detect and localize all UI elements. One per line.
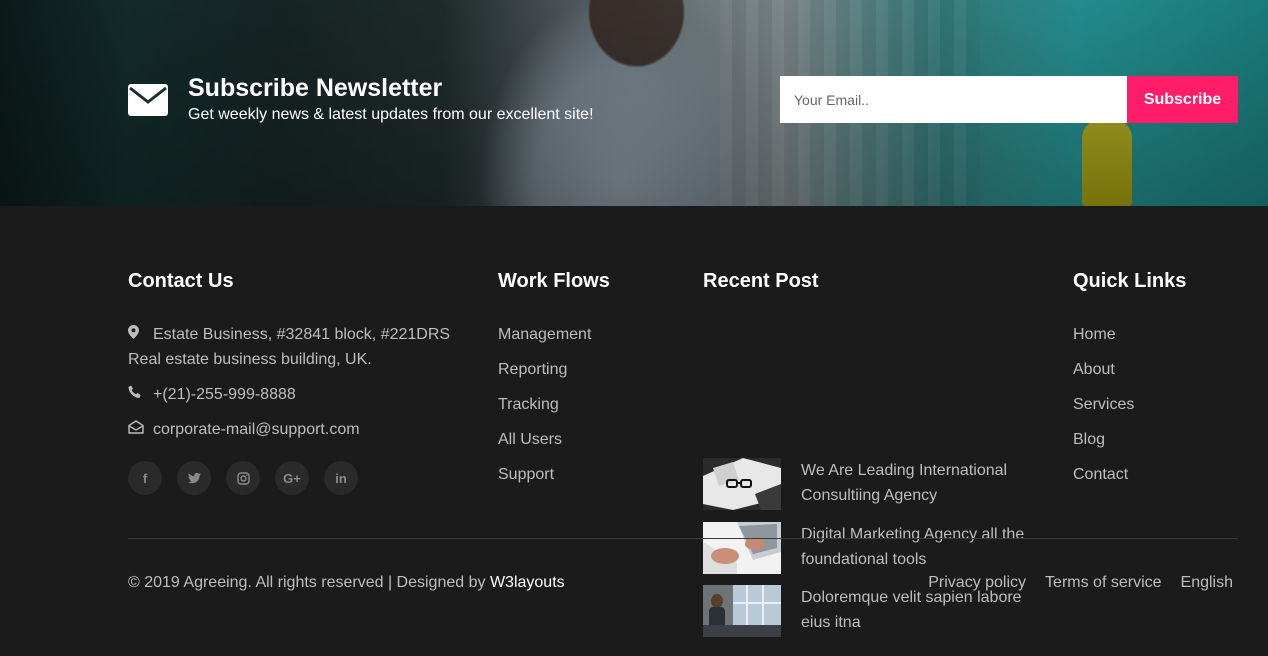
newsletter-form: Subscribe	[780, 76, 1238, 123]
quick-link-about[interactable]: About	[1073, 358, 1134, 393]
bottom-links: Privacy policy Terms of service English	[928, 574, 1233, 592]
address: Estate Business, #32841 block, #221DRS R…	[128, 322, 458, 372]
contact-heading: Contact Us	[128, 270, 234, 292]
address-line-1: Estate Business, #32841 block, #221DRS	[153, 326, 451, 343]
post-thumbnail-glasses	[703, 458, 781, 510]
workflow-link-management[interactable]: Management	[498, 323, 591, 358]
post-thumbnail-office	[703, 585, 781, 637]
subscribe-button[interactable]: Subscribe	[1127, 76, 1238, 123]
recent-post[interactable]: Digital Marketing Agency all the foundat…	[703, 522, 1043, 574]
address-line-2: Real estate business building, UK.	[128, 351, 372, 368]
recent-post[interactable]: We Are Leading International Consultiing…	[703, 458, 1043, 510]
phone-icon	[128, 382, 144, 407]
footer-divider	[128, 538, 1238, 539]
email-input[interactable]	[780, 76, 1127, 123]
workflow-link-reporting[interactable]: Reporting	[498, 358, 591, 393]
envelope-icon	[128, 84, 168, 116]
post-title[interactable]: We Are Leading International Consultiing…	[801, 458, 1043, 510]
email-address[interactable]: corporate-mail@support.com	[153, 421, 360, 438]
quick-link-services[interactable]: Services	[1073, 393, 1134, 428]
workflows-heading: Work Flows	[498, 270, 610, 292]
quick-links-heading: Quick Links	[1073, 270, 1187, 292]
social-links: f G+ in	[128, 461, 358, 495]
quick-link-blog[interactable]: Blog	[1073, 428, 1134, 463]
quick-links-list: Home About Services Blog Contact	[1073, 323, 1134, 498]
newsletter-title: Subscribe Newsletter	[188, 74, 443, 102]
newsletter-subtitle: Get weekly news & latest updates from ou…	[188, 106, 594, 123]
workflow-link-all-users[interactable]: All Users	[498, 428, 591, 463]
contact-column: Contact Us Estate Business, #32841 block…	[128, 270, 458, 495]
workflow-link-support[interactable]: Support	[498, 463, 591, 498]
map-marker-icon	[128, 322, 144, 347]
recent-posts-heading: Recent Post	[703, 270, 819, 292]
copyright-text: © 2019 Agreeing. All rights reserved | D…	[128, 574, 490, 591]
newsletter-banner: Subscribe Newsletter Get weekly news & l…	[0, 0, 1268, 206]
workflow-link-tracking[interactable]: Tracking	[498, 393, 591, 428]
email: corporate-mail@support.com	[128, 417, 360, 442]
workflows-column: Work Flows Management Reporting Tracking…	[498, 270, 678, 483]
linkedin-icon[interactable]: in	[324, 461, 358, 495]
post-title[interactable]: Doloremque velit sapien labore eius itna	[801, 585, 1043, 637]
post-title[interactable]: Digital Marketing Agency all the foundat…	[801, 522, 1043, 574]
twitter-icon[interactable]	[177, 461, 211, 495]
copyright: © 2019 Agreeing. All rights reserved | D…	[128, 574, 565, 592]
recent-post[interactable]: Doloremque velit sapien labore eius itna	[703, 585, 1043, 637]
language-link[interactable]: English	[1181, 574, 1233, 592]
quick-link-contact[interactable]: Contact	[1073, 463, 1134, 498]
envelope-open-icon	[128, 417, 144, 442]
workflows-list: Management Reporting Tracking All Users …	[498, 323, 591, 498]
quick-link-home[interactable]: Home	[1073, 323, 1134, 358]
phone: +(21)-255-999-8888	[128, 382, 296, 407]
privacy-policy-link[interactable]: Privacy policy	[928, 574, 1026, 592]
designer-link[interactable]: W3layouts	[490, 574, 565, 591]
footer: Contact Us Estate Business, #32841 block…	[0, 206, 1268, 656]
terms-of-service-link[interactable]: Terms of service	[1045, 574, 1161, 592]
quick-links-column: Quick Links Home About Services Blog Con…	[1073, 270, 1233, 483]
recent-posts-column: Recent Post	[703, 270, 1043, 293]
google-plus-icon[interactable]: G+	[275, 461, 309, 495]
post-thumbnail-laptop	[703, 522, 781, 574]
phone-number: +(21)-255-999-8888	[153, 386, 296, 403]
instagram-icon[interactable]	[226, 461, 260, 495]
facebook-icon[interactable]: f	[128, 461, 162, 495]
